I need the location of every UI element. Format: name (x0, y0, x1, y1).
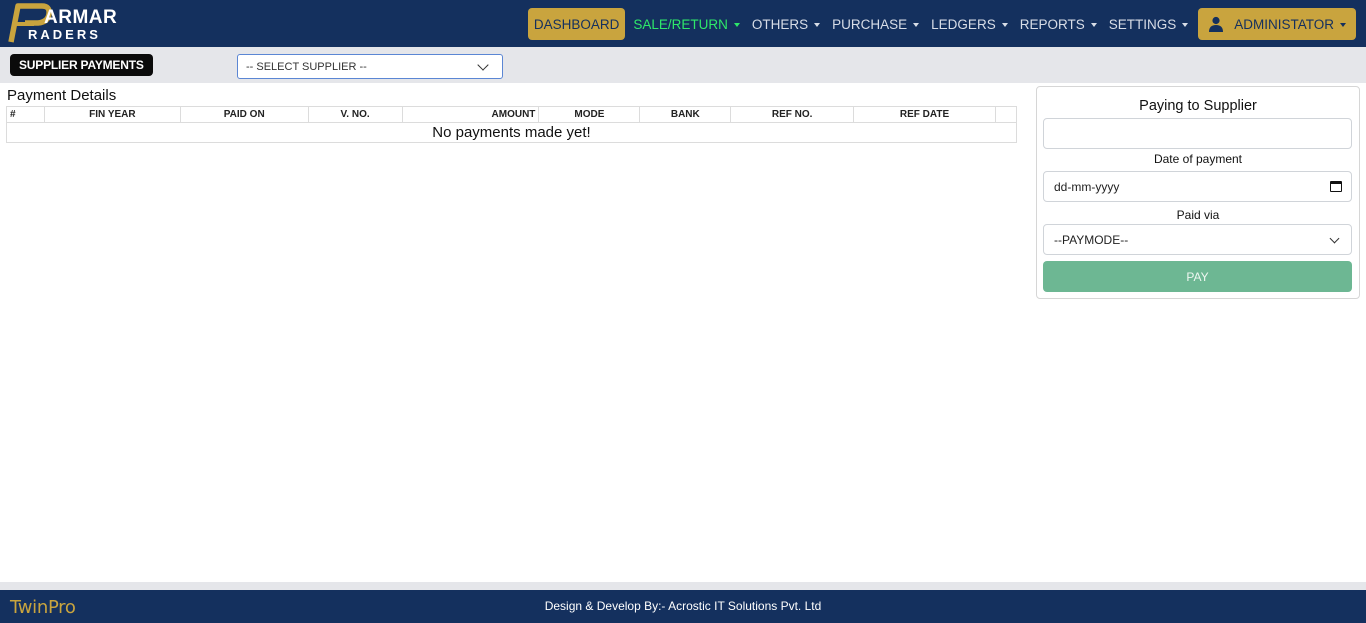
paymode-value: --PAYMODE-- (1054, 232, 1129, 247)
supplier-name-field[interactable] (1043, 118, 1352, 149)
col-voucher-no: V. NO. (307, 106, 403, 123)
caret-down-icon (814, 22, 821, 27)
chevron-down-icon (477, 59, 489, 71)
top-navbar: ARMAR RADERS DASHBOARD SALE/RETURN OTHER… (0, 0, 1366, 47)
chevron-down-icon (1329, 233, 1340, 244)
nav-ledgers[interactable]: LEDGERS (925, 8, 1014, 40)
caret-down-icon (1182, 22, 1189, 27)
nav-settings[interactable]: SETTINGS (1103, 8, 1195, 40)
main-menu: DASHBOARD SALE/RETURN OTHERS PURCHASE LE… (527, 8, 1356, 40)
nav-purchase[interactable]: PURCHASE (826, 8, 925, 40)
payment-details-title: Payment Details (7, 87, 117, 104)
col-paid-on: PAID ON (179, 106, 309, 123)
payment-form-panel: Paying to Supplier Date of payment dd-mm… (1036, 86, 1360, 299)
nav-reports-label: REPORTS (1019, 16, 1085, 32)
col-mode: MODE (538, 106, 641, 123)
footer: TwinPro Design & Develop By:- Acrostic I… (0, 590, 1366, 623)
table-row: No payments made yet! (6, 122, 1017, 143)
nav-ledgers-label: LEDGERS (931, 16, 996, 32)
footer-credit: Design & Develop By:- Acrostic IT Soluti… (544, 599, 822, 613)
date-placeholder: dd-mm-yyyy (1054, 179, 1120, 194)
nav-reports[interactable]: REPORTS (1014, 8, 1103, 40)
col-amount: AMOUNT (401, 106, 540, 123)
table-header-row: # FIN YEAR PAID ON V. NO. AMOUNT MODE BA… (6, 106, 1018, 123)
date-of-payment-label: Date of payment (1153, 152, 1243, 166)
caret-down-icon (1001, 22, 1008, 27)
payments-table: # FIN YEAR PAID ON V. NO. AMOUNT MODE BA… (6, 106, 1018, 143)
caret-down-icon (913, 22, 920, 27)
nav-sale-return[interactable]: SALE/RETURN (627, 8, 746, 40)
calendar-icon[interactable] (1330, 181, 1342, 192)
nav-others[interactable]: OTHERS (746, 8, 826, 40)
logo-text-line1: ARMAR (44, 7, 118, 28)
paymode-select[interactable]: --PAYMODE-- (1043, 224, 1352, 255)
footer-divider (0, 582, 1366, 590)
nav-others-label: OTHERS (751, 16, 809, 32)
nav-admin-label: ADMINISTATOR (1234, 16, 1334, 32)
page-title-badge: SUPPLIER PAYMENTS (10, 54, 153, 76)
col-ref-date: REF DATE (853, 106, 996, 123)
col-ref-no: REF NO. (730, 106, 855, 123)
nav-sale-return-label: SALE/RETURN (633, 16, 728, 32)
caret-down-icon (733, 22, 740, 27)
nav-dashboard[interactable]: DASHBOARD (527, 8, 626, 40)
paid-via-label: Paid via (1176, 208, 1220, 222)
nav-admin-menu[interactable]: ADMINISTATOR (1198, 8, 1356, 40)
nav-settings-label: SETTINGS (1108, 16, 1177, 32)
caret-down-icon (1090, 22, 1097, 27)
logo-text-line2: RADERS (28, 27, 101, 42)
page-toolbar: SUPPLIER PAYMENTS -- SELECT SUPPLIER -- (0, 47, 1366, 83)
col-actions (994, 106, 1018, 123)
nav-purchase-label: PURCHASE (832, 16, 908, 32)
empty-table-message: No payments made yet! (6, 122, 1017, 143)
user-icon (1209, 16, 1224, 32)
supplier-select-value: -- SELECT SUPPLIER -- (246, 60, 367, 73)
caret-down-icon (1340, 22, 1346, 27)
supplier-select[interactable]: -- SELECT SUPPLIER -- (237, 54, 503, 79)
col-fin-year: FIN YEAR (43, 106, 181, 123)
brand-logo[interactable]: ARMAR RADERS (8, 2, 118, 44)
col-index: # (6, 106, 45, 123)
pay-button[interactable]: PAY (1043, 261, 1352, 292)
panel-title: Paying to Supplier (1139, 98, 1257, 114)
col-bank: BANK (639, 106, 732, 123)
date-of-payment-input[interactable]: dd-mm-yyyy (1043, 171, 1352, 202)
